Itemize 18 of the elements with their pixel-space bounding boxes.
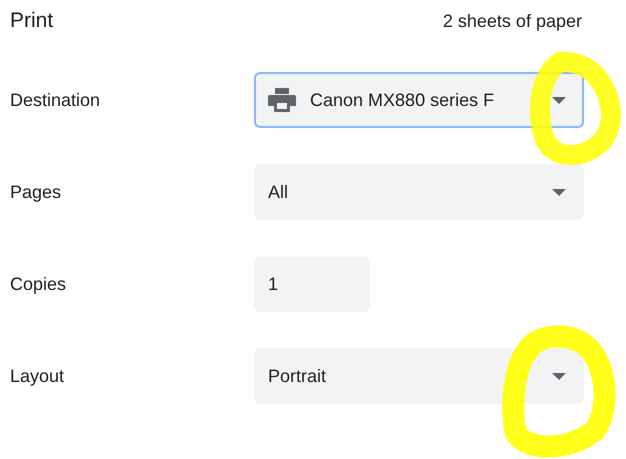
setting-label: Pages bbox=[9, 180, 62, 204]
caret-icon bbox=[552, 96, 566, 104]
dropdown[interactable]: Portrait bbox=[254, 348, 584, 404]
caret-icon bbox=[552, 372, 566, 380]
caret-icon bbox=[552, 188, 566, 196]
dropdown[interactable]: Canon MX880 series F bbox=[254, 72, 584, 128]
setting-label: Destination bbox=[9, 88, 102, 112]
field-value: All bbox=[268, 180, 288, 204]
copies-field[interactable]: 1 bbox=[254, 256, 370, 312]
sheet-count: 2 sheets of paper bbox=[442, 10, 582, 33]
field-value: 1 bbox=[268, 272, 278, 296]
field-value: Portrait bbox=[268, 364, 326, 388]
field-value: Canon MX880 series F bbox=[310, 88, 494, 112]
printer-icon bbox=[268, 88, 296, 112]
dialog-title: Print bbox=[10, 8, 54, 34]
dropdown[interactable]: All bbox=[254, 164, 584, 220]
setting-label: Layout bbox=[9, 364, 66, 388]
setting-label: Copies bbox=[9, 272, 68, 296]
